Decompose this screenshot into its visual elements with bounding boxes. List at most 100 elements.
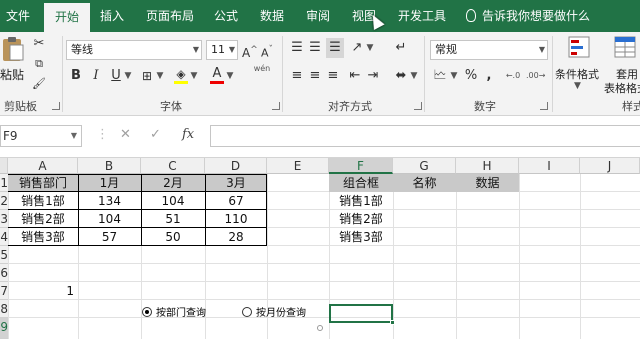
tab-formulas[interactable]: 公式 [214,0,238,32]
paste-button[interactable]: 粘贴 [0,36,28,82]
chevron-down-icon[interactable]: ▼ [410,66,418,86]
chevron-down-icon[interactable]: ▼ [156,66,164,86]
column-header-a[interactable]: A [8,158,78,174]
row-header-4[interactable]: 4 [0,228,8,246]
align-middle-icon[interactable]: ☰ [308,38,322,58]
lookup-header-data[interactable]: 数据 [456,174,519,192]
cut-icon[interactable]: ✂ [32,34,46,54]
format-painter-icon[interactable]: 🖌 [32,74,46,94]
table-header-cell[interactable]: 销售部门 [8,174,78,192]
table-cell[interactable]: 50 [141,228,205,246]
table-cell[interactable]: 销售3部 [8,228,78,246]
decrease-indent-icon[interactable]: ⇤ [348,66,362,86]
radio-by-department[interactable]: 按部门查询 [142,306,206,322]
column-header-j[interactable]: J [580,158,640,174]
active-cell-f9[interactable] [329,304,395,325]
row-header-8[interactable]: 8 [0,300,8,318]
table-cell[interactable]: 51 [141,210,205,228]
cancel-icon[interactable]: ✕ [120,127,131,142]
row-header-1[interactable]: 1 [0,174,8,192]
worksheet-grid[interactable]: A B C D E F G H I J 1 2 3 4 5 6 7 8 9 销售… [0,158,640,339]
increase-indent-icon[interactable]: ⇥ [366,66,380,86]
column-header-e[interactable]: E [267,158,329,174]
tab-data[interactable]: 数据 [260,0,284,32]
insert-function-icon[interactable]: fx [182,127,194,142]
radio-by-month[interactable]: 按月份查询 [242,306,306,322]
chevron-down-icon[interactable]: ▼ [450,66,458,86]
combo-list-header[interactable]: 组合框 [329,174,393,192]
format-as-table-button[interactable]: 套用 表格格式 [604,36,640,96]
combo-list-item[interactable]: 销售1部 [329,192,393,210]
copy-icon[interactable]: ⧉ [32,54,46,74]
row-header-3[interactable]: 3 [0,210,8,228]
wrap-text-icon[interactable]: ↵ [394,38,408,58]
align-center-icon[interactable]: ≡ [308,66,322,86]
formula-input[interactable] [210,125,640,147]
italic-button[interactable]: I [90,66,102,86]
align-left-icon[interactable]: ≡ [290,66,304,86]
table-cell[interactable]: 110 [205,210,267,228]
chevron-down-icon[interactable]: ▼ [366,38,374,58]
number-launcher-icon[interactable] [540,102,548,110]
tab-page-layout[interactable]: 页面布局 [146,0,194,32]
currency-icon[interactable]: 🗠 [432,66,448,86]
table-cell[interactable]: 104 [141,192,205,210]
increase-decimal-icon[interactable]: ←.0 [504,66,522,86]
resize-handle-icon[interactable] [317,325,323,331]
column-header-f[interactable]: F [329,158,393,174]
font-launcher-icon[interactable] [272,102,280,110]
align-top-icon[interactable]: ☰ [290,38,304,58]
table-header-cell[interactable]: 3月 [205,174,267,192]
table-cell[interactable]: 134 [78,192,141,210]
alignment-launcher-icon[interactable] [414,102,422,110]
chevron-down-icon[interactable]: ▼ [226,66,234,86]
underline-button[interactable]: U [110,66,122,86]
column-header-h[interactable]: H [456,158,519,174]
table-cell[interactable]: 67 [205,192,267,210]
enter-icon[interactable]: ✓ [150,127,161,142]
row-header-5[interactable]: 5 [0,246,8,264]
row-header-6[interactable]: 6 [0,264,8,282]
table-cell[interactable]: 28 [205,228,267,246]
align-right-icon[interactable]: ≡ [326,66,340,86]
column-header-g[interactable]: G [393,158,456,174]
tab-review[interactable]: 审阅 [306,0,330,32]
font-size-select[interactable]: 11 ▼ [206,40,238,60]
percent-button[interactable]: % [464,66,478,86]
bold-button[interactable]: B [70,66,82,86]
column-header-d[interactable]: D [205,158,267,174]
fill-color-icon[interactable]: ◈ [174,66,188,84]
chevron-down-icon[interactable]: ▼ [190,66,198,86]
combo-list-item[interactable]: 销售3部 [329,228,393,246]
row-header-7[interactable]: 7 [0,282,8,300]
merge-center-icon[interactable]: ⬌ [394,66,408,86]
grow-font-icon[interactable]: A^ [242,40,258,60]
column-header-c[interactable]: C [141,158,205,174]
chevron-down-icon[interactable]: ▼ [124,66,132,86]
select-all-corner[interactable] [0,158,8,174]
combo-list-item[interactable]: 销售2部 [329,210,393,228]
row-header-2[interactable]: 2 [0,192,8,210]
font-name-select[interactable]: 等线 ▼ [66,40,202,60]
number-format-select[interactable]: 常规 ▼ [430,40,548,60]
clipboard-launcher-icon[interactable] [52,102,60,110]
table-cell[interactable]: 销售1部 [8,192,78,210]
fill-handle[interactable] [390,320,395,325]
name-box[interactable]: F9 ▼ [0,125,82,147]
tab-developer[interactable]: 开发工具 [398,0,446,32]
table-cell[interactable]: 销售2部 [8,210,78,228]
column-header-i[interactable]: I [519,158,580,174]
font-color-button[interactable]: A [210,66,224,84]
tell-me-search[interactable]: 告诉我你想要做什么 [466,0,590,32]
tab-home[interactable]: 开始 [44,3,90,32]
lookup-header-name[interactable]: 名称 [393,174,456,192]
table-header-cell[interactable]: 1月 [78,174,141,192]
decrease-decimal-icon[interactable]: .00→ [526,66,545,86]
align-bottom-icon[interactable]: ☰ [326,38,344,58]
column-header-b[interactable]: B [78,158,141,174]
table-cell[interactable]: 57 [78,228,141,246]
tab-file[interactable]: 文件 [6,0,30,32]
borders-icon[interactable]: ⊞ [140,66,154,86]
cell-a7[interactable]: 1 [8,282,78,300]
comma-style-button[interactable]: , [484,66,494,86]
